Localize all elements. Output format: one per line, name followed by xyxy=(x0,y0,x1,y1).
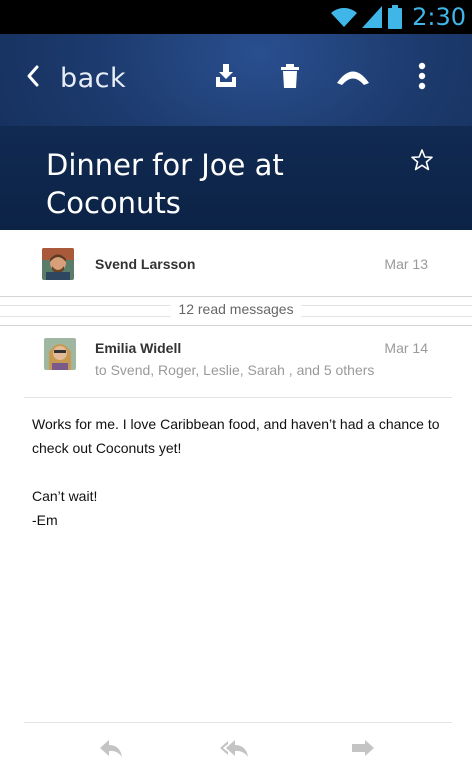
reply-all-button[interactable] xyxy=(212,733,256,769)
delete-button[interactable] xyxy=(270,60,310,96)
overflow-menu-button[interactable] xyxy=(402,60,442,96)
star-icon xyxy=(410,149,434,176)
wifi-icon xyxy=(330,6,358,28)
thread-header: back Dinner for Joe at Coconuts xyxy=(0,34,472,230)
sender-name: Emilia Widell xyxy=(95,340,182,356)
subject-band: Dinner for Joe at Coconuts xyxy=(0,126,472,230)
boomerang-button[interactable] xyxy=(333,60,373,96)
reply-icon xyxy=(99,739,123,764)
back-label: back xyxy=(60,62,127,94)
sender-name: Svend Larsson xyxy=(95,256,196,272)
status-bar: 2:30 xyxy=(0,0,472,34)
body-paragraph: Can’t wait! xyxy=(32,488,98,504)
message-row-collapsed[interactable]: Svend Larsson Mar 13 xyxy=(0,230,472,296)
forward-button[interactable] xyxy=(340,733,384,769)
back-button[interactable]: back xyxy=(26,60,126,96)
star-button[interactable] xyxy=(410,148,434,177)
app-bar: back xyxy=(0,34,472,126)
body-signature: -Em xyxy=(32,512,58,528)
recipients-line[interactable]: to Svend, Roger, Leslie, Sarah , and 5 o… xyxy=(95,362,374,378)
message-date: Mar 14 xyxy=(384,340,428,356)
status-icons: 2:30 xyxy=(330,0,466,34)
trash-icon xyxy=(280,63,300,93)
reply-all-icon xyxy=(219,739,249,764)
signal-icon xyxy=(362,6,383,28)
message-row-expanded[interactable]: Emilia Widell Mar 14 to Svend, Roger, Le… xyxy=(0,324,472,396)
battery-icon xyxy=(388,5,403,29)
overflow-menu-icon xyxy=(418,62,426,95)
clock: 2:30 xyxy=(412,3,466,31)
archive-icon xyxy=(215,63,237,93)
boomerang-icon xyxy=(336,66,370,91)
message-thread: Svend Larsson Mar 13 12 read messages Em… xyxy=(0,230,472,779)
message-actions-bar xyxy=(0,723,472,779)
message-date: Mar 13 xyxy=(384,256,428,272)
read-messages-divider[interactable]: 12 read messages xyxy=(0,296,472,326)
message-body: Works for me. I love Caribbean food, and… xyxy=(32,412,442,532)
header-separator xyxy=(24,397,452,398)
avatar xyxy=(44,338,76,370)
avatar xyxy=(42,248,74,280)
archive-button[interactable] xyxy=(206,60,246,96)
read-messages-label: 12 read messages xyxy=(170,301,302,317)
forward-icon xyxy=(349,739,375,764)
body-paragraph: Works for me. I love Caribbean food, and… xyxy=(32,416,440,456)
chevron-left-icon xyxy=(26,64,40,93)
reply-button[interactable] xyxy=(89,733,133,769)
thread-subject: Dinner for Joe at Coconuts xyxy=(46,148,284,220)
